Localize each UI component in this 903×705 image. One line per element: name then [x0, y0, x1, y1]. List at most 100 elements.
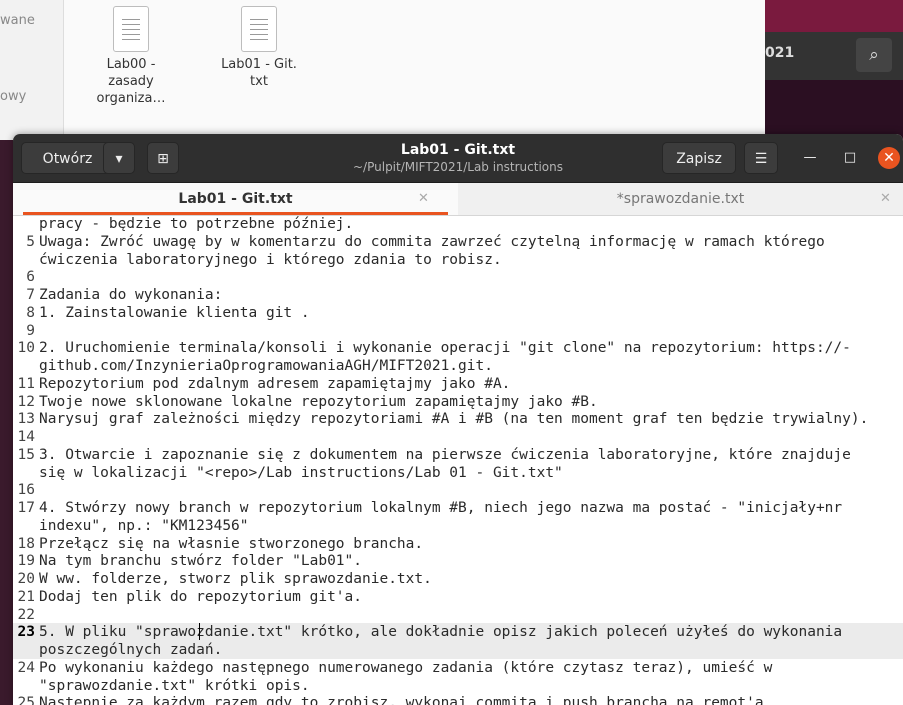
- search-icon[interactable]: ⌕: [856, 38, 892, 72]
- editor-line[interactable]: 13 Narysuj graf zależności między repozyt…: [13, 410, 903, 428]
- line-number: 21: [17, 588, 35, 605]
- line-number: 20: [17, 571, 35, 587]
- editor-line[interactable]: 19 Na tym branchu stwórz folder "Lab01".: [13, 552, 903, 570]
- tab-close-icon[interactable]: ✕: [880, 183, 891, 215]
- line-text: 5. W pliku "sprawozdanie.txt" krótko, al…: [39, 624, 843, 641]
- sidebar-item-label[interactable]: owy: [0, 89, 26, 104]
- line-number: 6: [26, 269, 35, 286]
- editor-line[interactable]: 9: [13, 322, 903, 340]
- editor-line[interactable]: ćwiczenia laboratoryjnego i którego zdan…: [13, 251, 903, 269]
- line-number: 22: [17, 606, 35, 623]
- line-text: się w lokalizacji "<repo>/Lab instructio…: [39, 464, 563, 481]
- editor-line[interactable]: 7 Zadania do wykonania:: [13, 286, 903, 304]
- line-number: 13: [17, 411, 35, 428]
- header-bar: Otwórz ▾ ⊞ Lab01 - Git.txt ~/Pulpit/MIFT…: [13, 134, 903, 183]
- line-number: 9: [26, 322, 35, 339]
- text-editor[interactable]: pracy - będzie to potrzebne później. 5 Uwa…: [13, 216, 903, 705]
- editor-line[interactable]: 25 Następnie za każdym razem gdy to zrobi…: [13, 694, 903, 705]
- line-number: 7: [26, 287, 35, 303]
- background-window-title: 021: [765, 45, 795, 61]
- file-lab01-git[interactable]: Lab01 - Git. txt: [214, 0, 304, 90]
- editor-line[interactable]: 20 W ww. folderze, stworz plik sprawozdan…: [13, 570, 903, 588]
- file-name-line: Lab00 -: [106, 57, 156, 72]
- line-text: pracy - będzie to potrzebne później.: [39, 216, 354, 232]
- line-number: 8: [26, 304, 35, 321]
- minimize-icon[interactable]: —: [799, 147, 821, 169]
- tab-label: *sprawozdanie.txt: [616, 191, 745, 207]
- editor-line[interactable]: 18 Przełącz się na własnie stworzonego br…: [13, 535, 903, 553]
- editor-line[interactable]: 16: [13, 481, 903, 499]
- line-text: "sprawozdanie.txt" krótki opis.: [39, 677, 310, 694]
- line-text: Repozytorium pod zdalnym adresem zapamię…: [39, 375, 511, 392]
- editor-line[interactable]: 12 Twoje nowe sklonowane lokalne repozyto…: [13, 393, 903, 411]
- line-number: 18: [17, 535, 35, 552]
- editor-line[interactable]: 22: [13, 606, 903, 624]
- close-icon[interactable]: ✕: [878, 147, 900, 169]
- line-text: Narysuj graf zależności między repozytor…: [39, 411, 869, 428]
- save-button[interactable]: Zapisz: [662, 142, 736, 174]
- line-number: 11: [17, 375, 35, 392]
- line-text: 4. Stwórzy nowy branch w repozytorium lo…: [39, 500, 843, 516]
- file-name-line: Lab01 - Git.: [221, 57, 297, 72]
- editor-line[interactable]: 14: [13, 428, 903, 446]
- maximize-icon[interactable]: □: [839, 147, 861, 169]
- line-number: 25: [17, 695, 35, 705]
- sidebar-item-label[interactable]: wane: [0, 13, 35, 28]
- line-text: Uwaga: Zwróć uwagę by w komentarzu do co…: [39, 233, 825, 250]
- gedit-window: Otwórz ▾ ⊞ Lab01 - Git.txt ~/Pulpit/MIFT…: [13, 134, 903, 705]
- line-text: Przełącz się na własnie stworzonego bran…: [39, 535, 424, 552]
- background-window-body: [765, 80, 903, 140]
- line-text: ćwiczenia laboratoryjnego i którego zdan…: [39, 251, 502, 268]
- file-name-line: txt: [250, 74, 268, 89]
- line-number: 19: [17, 553, 35, 570]
- line-text: W ww. folderze, stworz plik sprawozdanie…: [39, 571, 432, 587]
- line-number: 23: [17, 624, 35, 641]
- editor-line[interactable]: github.com/InzynieriaOprogramowaniaAGH/M…: [13, 357, 903, 375]
- editor-line[interactable]: 17 4. Stwórzy nowy branch w repozytorium …: [13, 499, 903, 517]
- line-text: github.com/InzynieriaOprogramowaniaAGH/M…: [39, 358, 493, 374]
- tab-label: Lab01 - Git.txt: [178, 191, 293, 207]
- file-name-line: zasady: [108, 74, 154, 89]
- line-number: 12: [17, 393, 35, 410]
- file-lab00[interactable]: Lab00 - zasady organiza…: [86, 0, 176, 107]
- text-file-icon: [241, 6, 277, 52]
- line-number: 10: [17, 340, 35, 357]
- line-number: 14: [17, 429, 35, 445]
- line-text: Następnie za każdym razem gdy to zrobisz…: [39, 695, 764, 705]
- line-number: 17: [17, 500, 35, 516]
- editor-line[interactable]: 23 5. W pliku "sprawozdanie.txt" krótko, …: [13, 623, 903, 642]
- text-file-icon: [113, 6, 149, 52]
- file-manager-window: wane owy Lab00 - zasady organiza… Lab01 …: [0, 0, 765, 140]
- line-text: Dodaj ten plik do repozytorium git'a.: [39, 588, 363, 605]
- line-text: poszczególnych zadań.: [39, 642, 223, 658]
- editor-line[interactable]: indexu", np.: "KM123456": [13, 517, 903, 535]
- editor-line[interactable]: pracy - będzie to potrzebne później.: [13, 216, 903, 233]
- file-manager-sidebar: wane owy: [0, 0, 64, 140]
- editor-line[interactable]: 11 Repozytorium pod zdalnym adresem zapam…: [13, 375, 903, 393]
- editor-line[interactable]: "sprawozdanie.txt" krótki opis.: [13, 677, 903, 695]
- editor-line[interactable]: 21 Dodaj ten plik do repozytorium git'a.: [13, 588, 903, 606]
- editor-line[interactable]: 15 3. Otwarcie i zapoznanie się z dokumen…: [13, 446, 903, 464]
- menu-icon: ☰: [754, 151, 768, 167]
- line-text: indexu", np.: "KM123456": [39, 517, 249, 534]
- file-name-line: organiza…: [96, 91, 166, 106]
- editor-line[interactable]: poszczególnych zadań.: [13, 641, 903, 659]
- editor-line[interactable]: 10 2. Uruchomienie terminala/konsoli i wy…: [13, 339, 903, 357]
- editor-line[interactable]: 24 Po wykonaniu każdego następnego numero…: [13, 659, 903, 677]
- editor-line[interactable]: 8 1. Zainstalowanie klienta git .: [13, 304, 903, 322]
- line-text: 3. Otwarcie i zapoznanie się z dokumente…: [39, 446, 851, 463]
- line-text: 2. Uruchomienie terminala/konsoli i wyko…: [39, 340, 851, 357]
- text-caret: [199, 623, 200, 641]
- tab-sprawozdanie[interactable]: *sprawozdanie.txt ✕: [458, 183, 903, 215]
- tab-close-icon[interactable]: ✕: [418, 183, 429, 215]
- line-text: Zadania do wykonania:: [39, 287, 223, 303]
- tab-lab01-git[interactable]: Lab01 - Git.txt ✕: [13, 183, 458, 215]
- editor-line[interactable]: 6: [13, 268, 903, 286]
- editor-line[interactable]: 5 Uwaga: Zwróć uwagę by w komentarzu do c…: [13, 233, 903, 251]
- hamburger-menu-button[interactable]: ☰: [744, 142, 778, 174]
- line-text: Twoje nowe sklonowane lokalne repozytori…: [39, 393, 598, 410]
- editor-line[interactable]: się w lokalizacji "<repo>/Lab instructio…: [13, 464, 903, 482]
- line-text: 1. Zainstalowanie klienta git .: [39, 304, 310, 321]
- line-number: 15: [17, 446, 35, 463]
- line-number: 5: [26, 233, 35, 250]
